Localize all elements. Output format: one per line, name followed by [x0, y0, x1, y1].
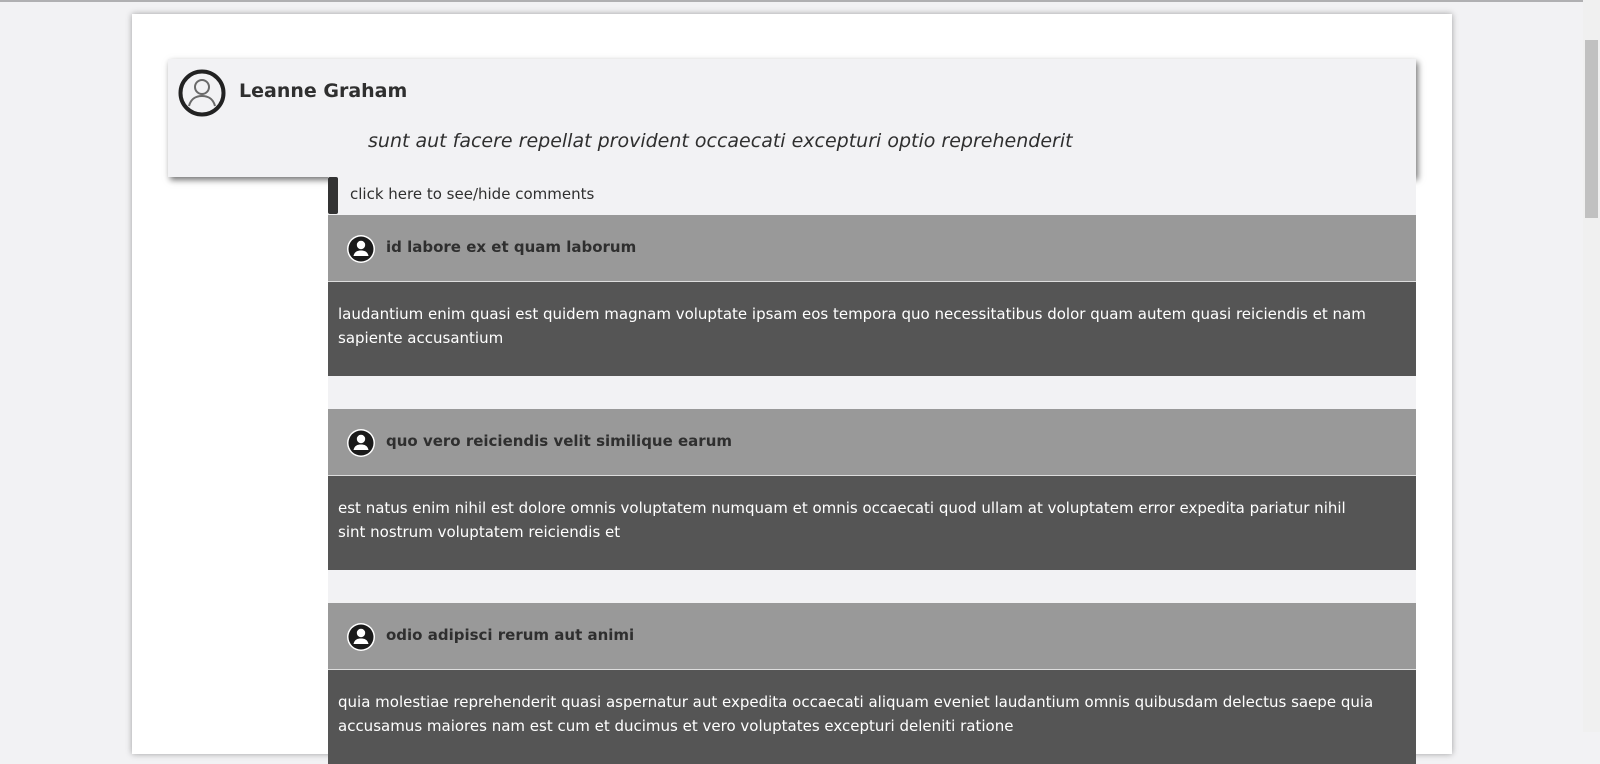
comment-body: quia molestiae reprehenderit quasi asper…	[328, 670, 1416, 764]
comment-card: odio adipisci rerum aut animi quia moles…	[328, 603, 1416, 764]
user-circle-filled-icon	[347, 235, 375, 263]
user-circle-filled-icon	[347, 429, 375, 457]
comment-body: est natus enim nihil est dolore omnis vo…	[328, 476, 1416, 570]
comment-name: odio adipisci rerum aut animi	[386, 626, 635, 644]
comments-toggle-label[interactable]: click here to see/hide comments	[350, 185, 594, 203]
scrollbar-thumb[interactable]	[1585, 40, 1598, 218]
post-author-name[interactable]: Leanne Graham	[239, 80, 407, 102]
user-circle-filled-icon	[347, 623, 375, 651]
vertical-scrollbar[interactable]	[1583, 0, 1600, 732]
comment-header: odio adipisci rerum aut animi	[328, 603, 1416, 670]
comment-header: id labore ex et quam laborum	[328, 215, 1416, 282]
post-title: sunt aut facere repellat provident occae…	[368, 130, 1073, 152]
comments-toggle-button[interactable]: click here to see/hide comments	[328, 177, 1416, 214]
comment-body: laudantium enim quasi est quidem magnam …	[328, 282, 1416, 376]
comment-header: quo vero reiciendis velit similique earu…	[328, 409, 1416, 476]
comment-card: id labore ex et quam laborum laudantium …	[328, 215, 1416, 376]
browser-top-edge	[0, 0, 1600, 2]
post-header: Leanne Graham sunt aut facere repellat p…	[168, 59, 1416, 177]
toggle-accent-bar	[328, 177, 338, 214]
user-circle-outline-icon	[178, 69, 226, 117]
comment-name: id labore ex et quam laborum	[386, 238, 637, 256]
comment-card: quo vero reiciendis velit similique earu…	[328, 409, 1416, 570]
comment-name: quo vero reiciendis velit similique earu…	[386, 432, 733, 450]
